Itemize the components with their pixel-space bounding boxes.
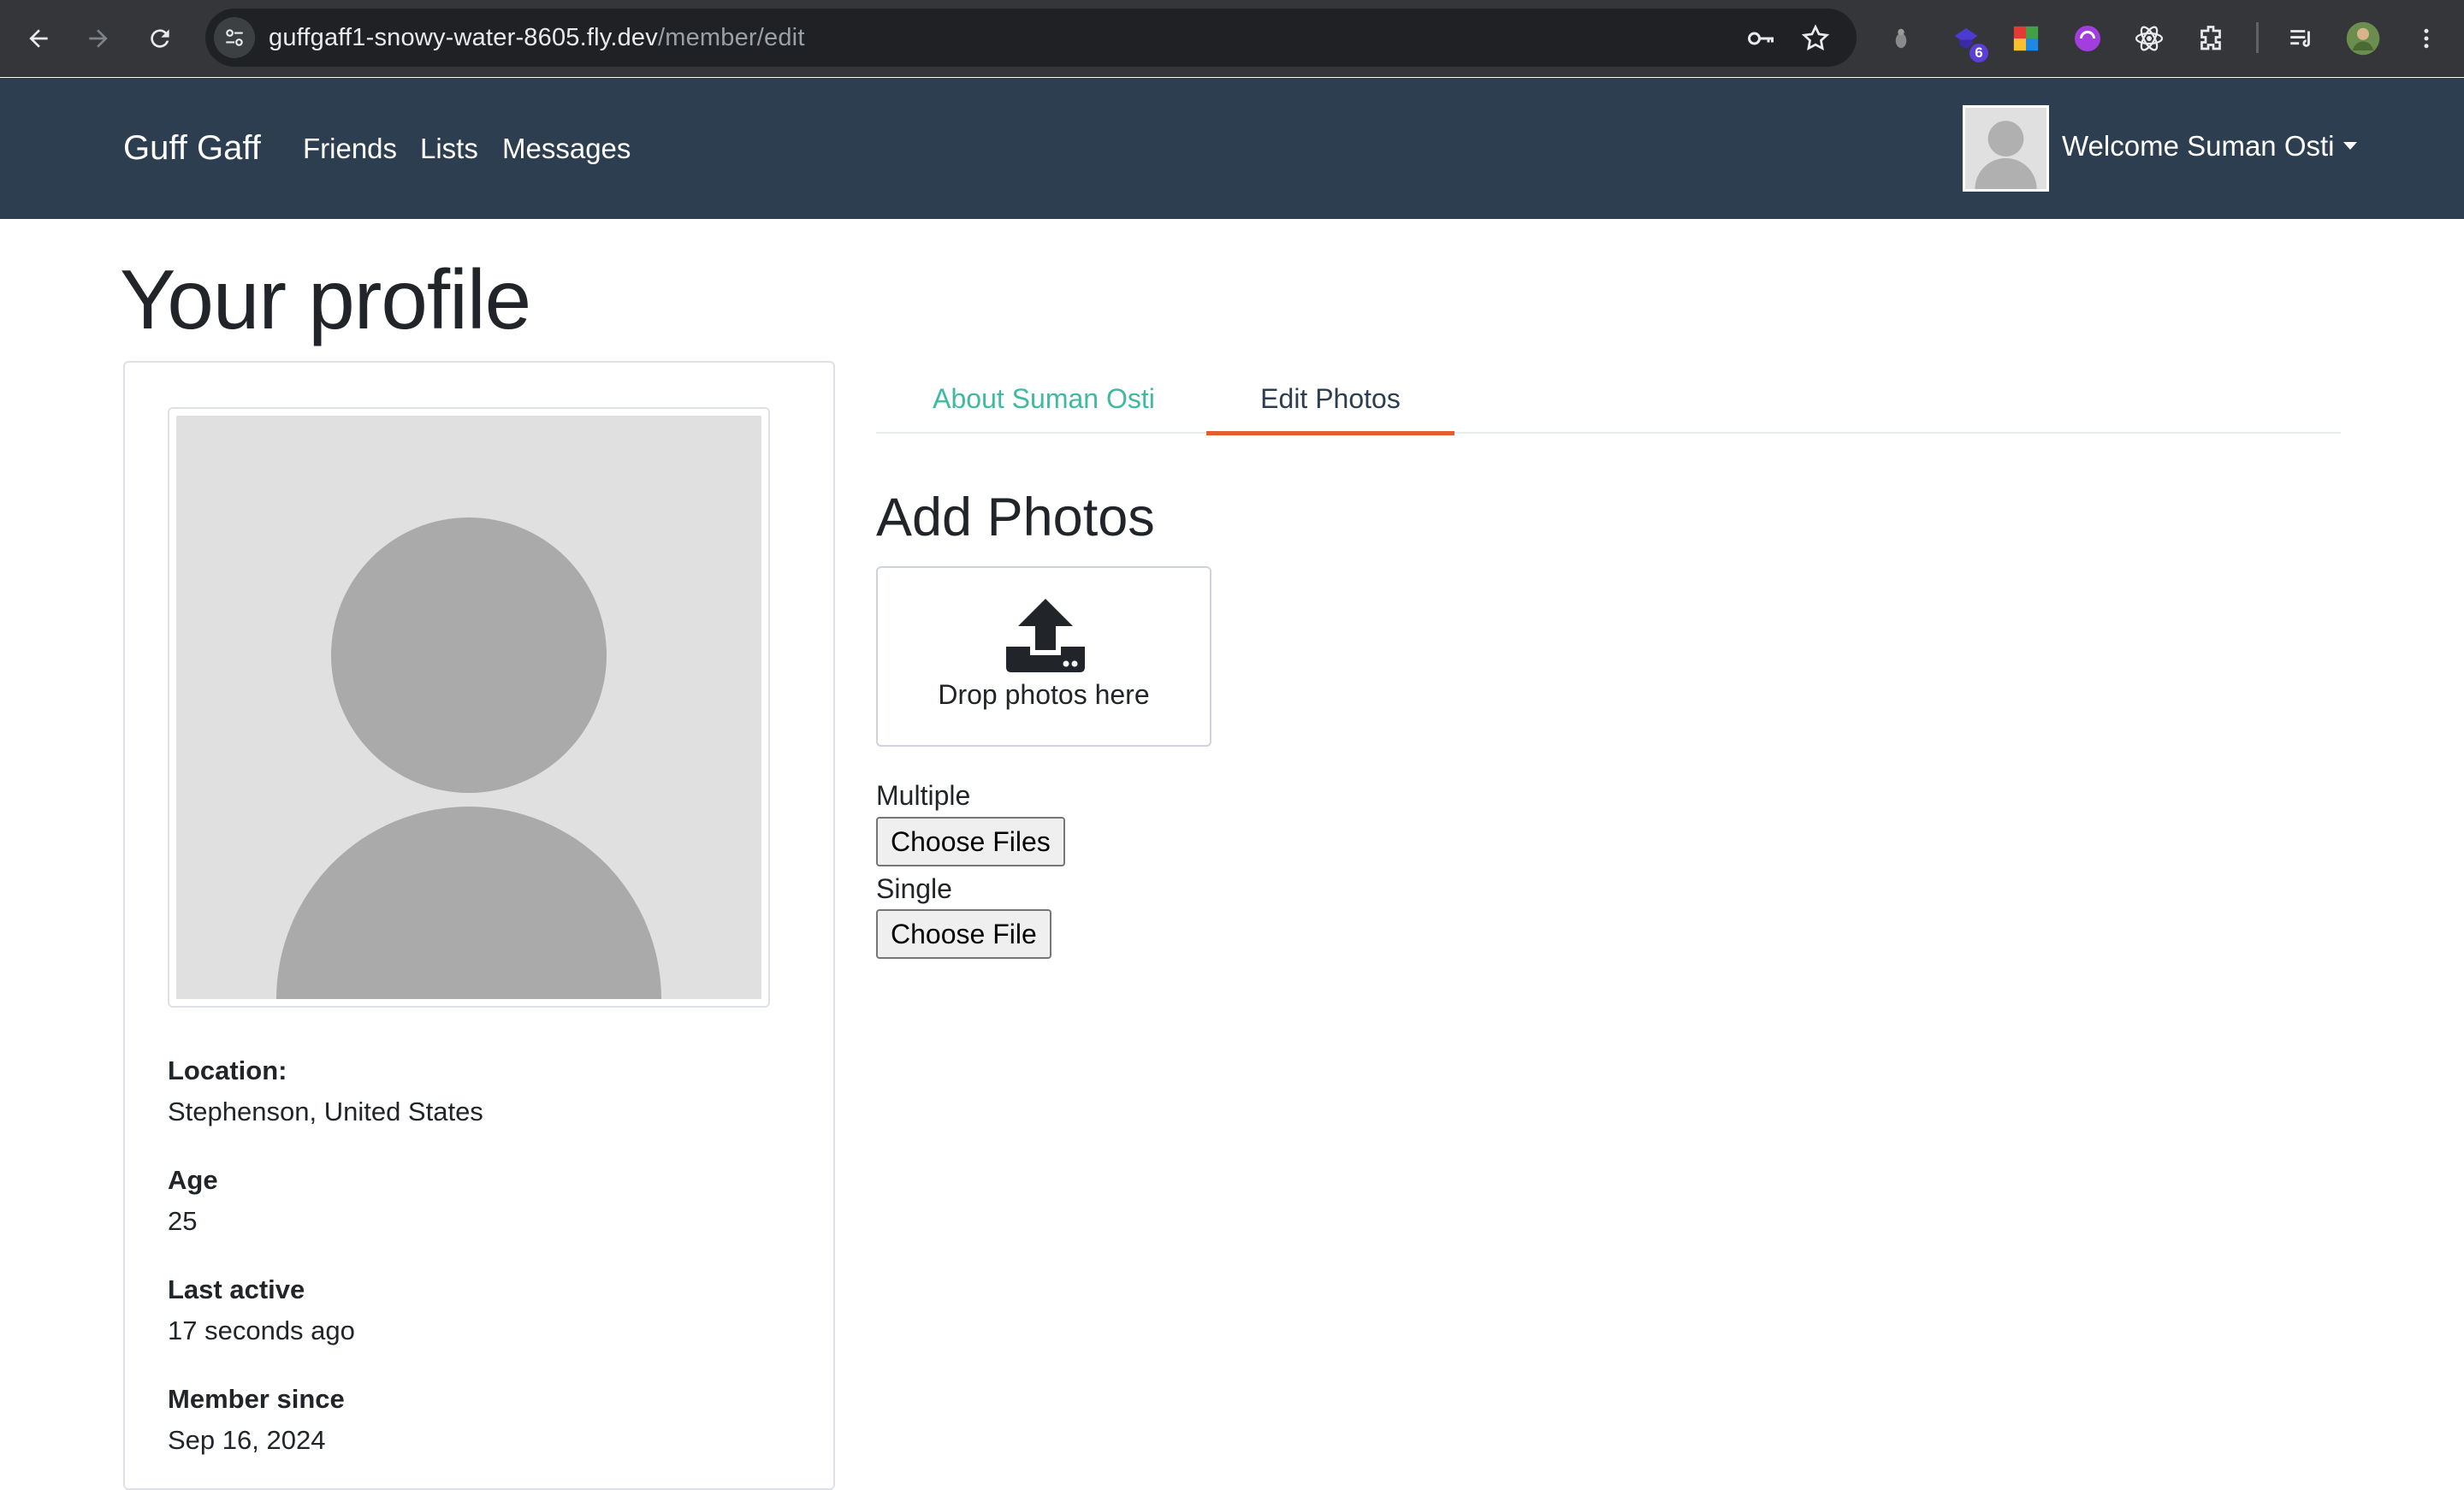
multiple-label: Multiple xyxy=(876,780,971,811)
extension-badge: 6 xyxy=(1968,42,1990,64)
age-info: Age 25 xyxy=(168,1162,218,1240)
last-active-label: Last active xyxy=(168,1274,305,1304)
user-menu-toggle[interactable]: Welcome Suman Osti xyxy=(2062,78,2357,219)
profile-card: Location: Stephenson, United States Age … xyxy=(123,361,835,1490)
profile-tabs: About Suman Osti Edit Photos xyxy=(876,364,2341,435)
extension-gray-icon[interactable] xyxy=(1882,20,1920,57)
choose-file-button[interactable]: Choose File xyxy=(876,909,1051,959)
upload-icon xyxy=(1006,599,1085,677)
last-active-info: Last active 17 seconds ago xyxy=(168,1271,355,1350)
last-active-value: 17 seconds ago xyxy=(168,1316,355,1345)
tab-edit-photos[interactable]: Edit Photos xyxy=(1206,364,1454,435)
site-navbar: Guff Gaff Friends Lists Messages Welcome… xyxy=(0,78,2464,219)
age-label: Age xyxy=(168,1165,218,1195)
extension-violet-icon[interactable] xyxy=(2069,20,2106,57)
extensions-puzzle-icon[interactable] xyxy=(2192,20,2230,57)
media-controls-icon[interactable] xyxy=(2283,20,2320,57)
profile-placeholder-icon xyxy=(176,416,761,999)
nav-messages[interactable]: Messages xyxy=(502,78,631,219)
reload-icon[interactable] xyxy=(139,17,181,60)
toolbar-divider xyxy=(2256,22,2259,53)
tab-about[interactable]: About Suman Osti xyxy=(876,364,1211,434)
url-path: /member/edit xyxy=(657,24,805,51)
url-host: guffgaff1-snowy-water-8605.fly.dev xyxy=(269,24,658,51)
back-icon[interactable] xyxy=(17,17,60,60)
avatar-placeholder-icon xyxy=(1965,108,2046,189)
member-since-info: Member since Sep 16, 2024 xyxy=(168,1381,345,1459)
member-since-value: Sep 16, 2024 xyxy=(168,1425,326,1455)
extension-colorful-icon[interactable] xyxy=(2007,20,2045,57)
location-value: Stephenson, United States xyxy=(168,1097,483,1126)
drop-photos-text: Drop photos here xyxy=(938,679,1150,710)
bookmark-star-icon[interactable] xyxy=(1800,23,1831,54)
page-title: Your profile xyxy=(120,252,531,346)
location-info: Location: Stephenson, United States xyxy=(168,1052,483,1131)
password-key-icon[interactable] xyxy=(1745,23,1776,54)
site-info-icon[interactable] xyxy=(214,17,255,58)
nav-friends[interactable]: Friends xyxy=(303,78,397,219)
extension-purple-icon[interactable]: 6 xyxy=(1947,20,1990,64)
profile-avatar-icon[interactable] xyxy=(2344,20,2382,57)
add-photos-heading: Add Photos xyxy=(876,488,1155,547)
single-label: Single xyxy=(876,873,952,904)
photo-dropzone[interactable]: Drop photos here xyxy=(876,566,1211,747)
age-value: 25 xyxy=(168,1206,198,1236)
profile-photo xyxy=(168,407,770,1008)
location-label: Location: xyxy=(168,1055,287,1085)
forward-icon[interactable] xyxy=(77,17,120,60)
user-avatar[interactable] xyxy=(1963,105,2049,192)
member-since-label: Member since xyxy=(168,1384,345,1414)
react-devtools-icon[interactable] xyxy=(2130,20,2168,57)
nav-lists[interactable]: Lists xyxy=(420,78,478,219)
chevron-down-icon xyxy=(2343,141,2357,150)
choose-files-button[interactable]: Choose Files xyxy=(876,817,1065,866)
brand-logo[interactable]: Guff Gaff xyxy=(123,78,261,219)
welcome-text: Welcome Suman Osti xyxy=(2062,130,2335,162)
url-text[interactable]: guffgaff1-snowy-water-8605.fly.dev/membe… xyxy=(269,9,805,67)
browser-toolbar: guffgaff1-snowy-water-8605.fly.dev/membe… xyxy=(0,0,2464,77)
chrome-menu-icon[interactable] xyxy=(2408,20,2445,57)
address-bar[interactable]: guffgaff1-snowy-water-8605.fly.dev/membe… xyxy=(205,9,1857,67)
